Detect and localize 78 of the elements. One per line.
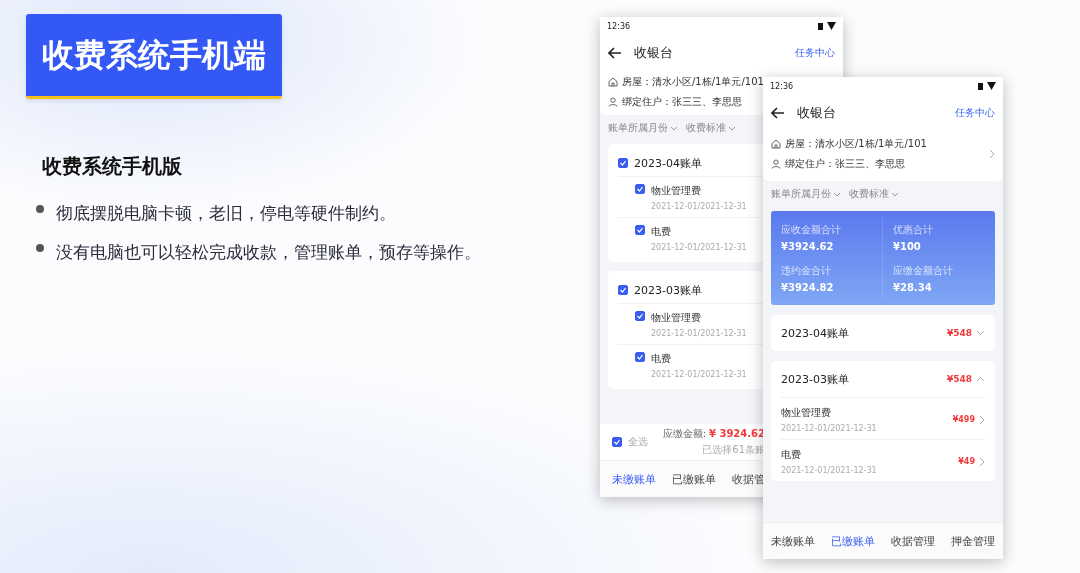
fee-period: 2021-12-01/2021-12-31	[781, 466, 877, 475]
summary-label: 优惠合计	[893, 223, 934, 237]
summary-label: 应缴金额合计	[893, 264, 954, 278]
tab[interactable]: 收据管理	[891, 533, 935, 549]
chevron-down-icon	[891, 191, 899, 197]
fee-period: 2021-12-01/2021-12-31	[651, 243, 747, 252]
tab[interactable]: 已缴账单	[672, 471, 716, 487]
tab[interactable]: 已缴账单	[831, 533, 875, 549]
summary-value: ¥28.34	[893, 282, 933, 293]
house-icon	[608, 77, 618, 87]
bullet-text: 彻底摆脱电脑卡顿，老旧，停电等硬件制约。	[56, 202, 396, 225]
fee-amount: ¥49	[958, 457, 975, 466]
fee-name: 物业管理费	[781, 406, 832, 420]
status-icons	[978, 82, 996, 90]
summary-label: 违约金合计	[781, 264, 832, 278]
bill-amount: ¥548	[946, 328, 972, 338]
tab[interactable]: 押金管理	[951, 533, 995, 549]
filter-dropdown[interactable]: 账单所属月份	[771, 187, 841, 201]
summary-value: ¥3924.62	[781, 241, 835, 252]
slide-title: 收费系统手机端	[26, 14, 282, 99]
bill-title: 2023-03账单	[634, 282, 702, 298]
bullet-dot	[36, 243, 44, 252]
tab[interactable]: 未缴账单	[612, 471, 656, 487]
person-icon	[771, 159, 781, 169]
filter-dropdown[interactable]: 收费标准	[849, 187, 899, 201]
bill-amount: ¥548	[946, 374, 972, 384]
chevron-down-icon	[670, 125, 678, 131]
checkbox[interactable]	[635, 352, 645, 362]
fee-name: 电费	[651, 225, 672, 239]
status-icons	[818, 22, 836, 30]
bullet-text: 没有电脑也可以轻松完成收款，管理账单，预存等操作。	[56, 241, 481, 264]
amount-due-label: 应缴金额:	[662, 427, 706, 441]
chevron-down-icon	[728, 125, 736, 131]
fee-period: 2021-12-01/2021-12-31	[651, 202, 747, 211]
fee-period: 2021-12-01/2021-12-31	[781, 424, 877, 433]
heading: 收费系统手机版	[42, 153, 182, 180]
bill-title: 2023-04账单	[781, 325, 849, 341]
task-center-link[interactable]: 任务中心	[955, 106, 995, 120]
bill-title: 2023-04账单	[634, 155, 702, 171]
tab[interactable]: 未缴账单	[771, 533, 815, 549]
checkbox[interactable]	[618, 158, 628, 168]
filter-dropdown[interactable]: 收费标准	[686, 121, 736, 135]
bound-residents: 绑定住户：张三三、李思思	[785, 157, 905, 171]
house-icon	[771, 139, 781, 149]
checkbox[interactable]	[618, 285, 628, 295]
back-arrow-icon[interactable]	[771, 107, 785, 119]
task-center-link[interactable]: 任务中心	[795, 46, 835, 60]
house-address: 房屋：清水小区/1栋/1单元/101	[785, 137, 927, 151]
bound-residents: 绑定住户：张三三、李思思	[622, 95, 742, 109]
screen-title: 收银台	[797, 104, 836, 122]
status-time: 12:36	[770, 81, 794, 91]
selected-count: 已选择61条账	[702, 443, 765, 457]
bullet-dot	[36, 204, 44, 213]
summary-value: ¥100	[893, 241, 922, 252]
fee-amount: ¥499	[952, 415, 975, 424]
fee-period: 2021-12-01/2021-12-31	[651, 329, 747, 338]
select-all-label: 全选	[628, 435, 648, 449]
screen-title: 收银台	[634, 44, 673, 62]
summary-value: ¥3924.82	[781, 282, 835, 293]
checkbox[interactable]	[635, 225, 645, 235]
house-address: 房屋：清水小区/1栋/1单元/101	[622, 75, 764, 89]
bill-title: 2023-03账单	[781, 371, 849, 387]
fee-name: 电费	[651, 352, 672, 366]
checkbox[interactable]	[635, 184, 645, 194]
filter-dropdown[interactable]: 账单所属月份	[608, 121, 678, 135]
summary-label: 应收金额合计	[781, 223, 842, 237]
checkbox[interactable]	[612, 437, 622, 447]
status-time: 12:36	[607, 21, 631, 31]
person-icon	[608, 97, 618, 107]
back-arrow-icon[interactable]	[608, 47, 622, 59]
tab[interactable]: 收据管	[732, 471, 765, 487]
fee-name: 物业管理费	[651, 311, 702, 325]
chevron-down-icon	[833, 191, 841, 197]
fee-name: 电费	[781, 448, 802, 462]
checkbox[interactable]	[635, 311, 645, 321]
fee-name: 物业管理费	[651, 184, 702, 198]
amount-due: ¥ 3924.62	[709, 428, 765, 439]
fee-period: 2021-12-01/2021-12-31	[651, 370, 747, 379]
